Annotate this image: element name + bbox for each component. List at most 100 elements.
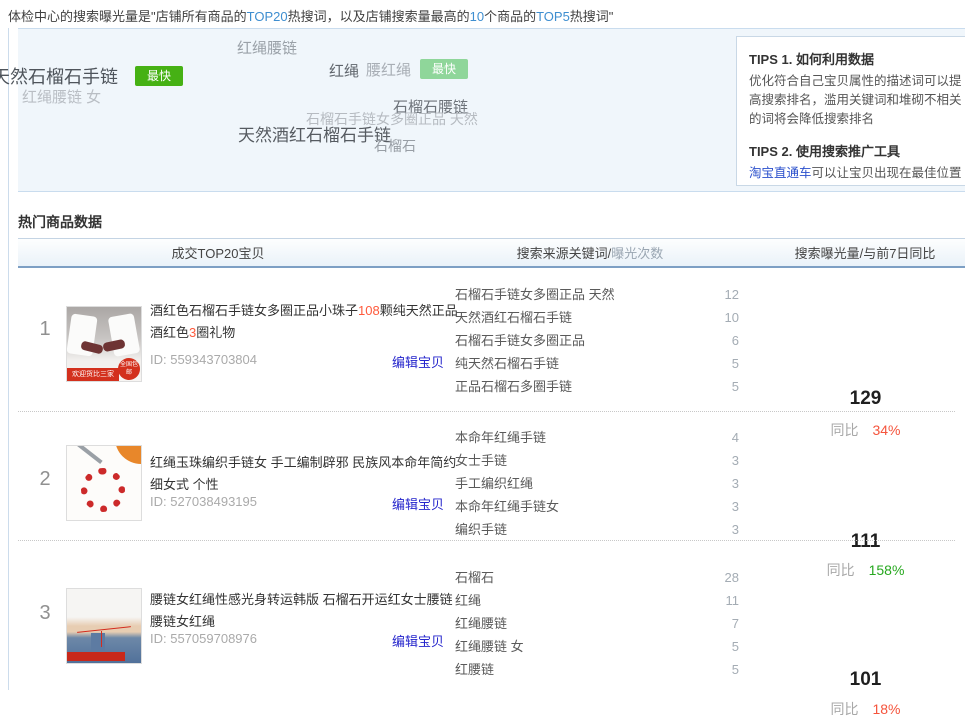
product-image[interactable] bbox=[66, 445, 142, 521]
image-badge-round: 全国包邮 bbox=[118, 358, 140, 380]
keyword-row: 手工编织红绳 3 bbox=[455, 472, 739, 495]
keyword-term: 天然酒红石榴石手链 bbox=[455, 310, 572, 325]
keyword-count: 12 bbox=[725, 283, 739, 306]
keyword-term: 石榴石手链女多圈正品 天然 bbox=[455, 287, 615, 302]
product-id: ID: 559343703804 bbox=[150, 352, 257, 367]
table-header: 成交TOP20宝贝 搜索来源关键词/曝光次数 搜索曝光量/与前7日同比 bbox=[18, 238, 965, 268]
product-meta: ID: 559343703804 编辑宝贝 bbox=[150, 352, 458, 367]
product-meta: ID: 527038493195 编辑宝贝 bbox=[150, 494, 458, 509]
col-header-keywords: 搜索来源关键词/曝光次数 bbox=[460, 239, 720, 269]
tips2-rest: 可以让宝贝出现在最佳位置 bbox=[812, 166, 962, 180]
keyword-term: 红绳腰链 女 bbox=[455, 639, 524, 654]
keyword-term: 手工编织红绳 bbox=[455, 476, 533, 491]
keyword-term: 红绳 bbox=[455, 593, 481, 608]
intro-text: 体检中心的搜索曝光量是"店铺所有商品的TOP20热搜词，以及店铺搜索量最高的10… bbox=[8, 6, 613, 25]
cloud-word[interactable]: 红绳腰链 女 bbox=[22, 86, 101, 107]
product-meta: ID: 557059708976 编辑宝贝 bbox=[150, 631, 458, 646]
product-id: ID: 557059708976 bbox=[150, 631, 257, 646]
keyword-list: 本命年红绳手链4 女士手链3 手工编织红绳3 本命年红绳手链女3 编织手链3 bbox=[455, 426, 739, 541]
intro-part2: 热搜词，以及店铺搜索量最高的 bbox=[288, 9, 470, 24]
keyword-term: 编织手链 bbox=[455, 522, 507, 537]
bracelet-art bbox=[81, 468, 125, 512]
keyword-row: 石榴石手链女多圈正品 6 bbox=[455, 329, 739, 352]
keyword-count: 5 bbox=[732, 352, 739, 375]
keyword-count: 7 bbox=[732, 612, 739, 635]
left-border-rail bbox=[8, 28, 9, 690]
title-text: 酒红色石榴石手链女多圈正品小珠子 bbox=[150, 303, 358, 318]
intro-part3: 个商品的 bbox=[484, 9, 536, 24]
keyword-row: 红绳 11 bbox=[455, 589, 739, 612]
title-text: 红绳玉珠编织手链女 手工编制辟邪 民族风本命年简约细女式 个性 bbox=[150, 455, 456, 492]
col-header-keywords-main: 搜索来源关键词/ bbox=[517, 246, 612, 261]
keyword-count: 4 bbox=[732, 426, 739, 449]
keyword-term: 本命年红绳手链 bbox=[455, 430, 546, 445]
product-art bbox=[115, 445, 142, 464]
keyword-count: 3 bbox=[732, 518, 739, 541]
product-image[interactable] bbox=[66, 588, 142, 664]
tips1-body: 优化符合自己宝贝属性的描述词可以提高搜索排名，滥用关键词和堆砌不相关的词将会降低… bbox=[749, 72, 962, 129]
keyword-row: 红绳腰链 女 5 bbox=[455, 635, 739, 658]
image-badge-strip bbox=[67, 652, 125, 661]
keyword-row: 石榴石手链女多圈正品 天然 12 bbox=[455, 283, 739, 306]
col-header-keywords-sub: 曝光次数 bbox=[611, 246, 663, 261]
cloud-word[interactable]: 红绳 bbox=[329, 60, 359, 81]
exposure-value: 101 bbox=[763, 669, 965, 691]
keyword-count: 5 bbox=[732, 375, 739, 398]
tips-box: TIPS 1. 如何利用数据 优化符合自己宝贝属性的描述词可以提高搜索排名，滥用… bbox=[736, 36, 965, 186]
keyword-term: 本命年红绳手链女 bbox=[455, 499, 559, 514]
keyword-count: 3 bbox=[732, 495, 739, 518]
cloud-word[interactable]: 天然酒红石榴石手链 bbox=[238, 121, 391, 146]
keyword-list: 石榴石手链女多圈正品 天然12 天然酒红石榴石手链10 石榴石手链女多圈正品6 … bbox=[455, 283, 739, 398]
table-row: 2 红绳玉珠编织手链女 手工编制辟邪 民族风本命年简约细女式 个性 ID: 52… bbox=[18, 412, 965, 541]
edit-item-link[interactable]: 编辑宝贝 bbox=[392, 352, 444, 371]
keyword-row: 纯天然石榴石手链 5 bbox=[455, 352, 739, 375]
cloud-word[interactable]: 红绳腰链 bbox=[237, 37, 297, 58]
keyword-row: 石榴石28 bbox=[455, 566, 739, 589]
product-art bbox=[73, 445, 102, 464]
edit-item-link[interactable]: 编辑宝贝 bbox=[392, 631, 444, 650]
table-row: 3 腰链女红绳性感光身转运韩版 石榴石开运红女士腰链 腰链女红绳 ID: 557… bbox=[18, 541, 965, 690]
edit-item-link[interactable]: 编辑宝贝 bbox=[392, 494, 444, 513]
intro-top20-highlight: TOP20 bbox=[247, 9, 288, 24]
keyword-count: 5 bbox=[732, 635, 739, 658]
col-header-products: 成交TOP20宝贝 bbox=[103, 239, 333, 269]
keyword-row: 红绳腰链 7 bbox=[455, 612, 739, 635]
image-badge-strip: 欢迎货比三家 bbox=[67, 368, 119, 381]
title-text: 圈礼物 bbox=[196, 325, 235, 340]
keyword-count: 3 bbox=[732, 449, 739, 472]
fastest-badge: 最快 bbox=[420, 59, 468, 79]
rank-number: 3 bbox=[28, 602, 62, 625]
keyword-count: 6 bbox=[732, 329, 739, 352]
intro-top5-highlight: TOP5 bbox=[536, 9, 570, 24]
yoy-label: 同比 bbox=[830, 701, 858, 717]
keyword-count: 10 bbox=[725, 306, 739, 329]
keyword-row: 正品石榴石多圈手链 5 bbox=[455, 375, 739, 398]
keyword-term: 纯天然石榴石手链 bbox=[455, 356, 559, 371]
ztc-link[interactable]: 淘宝直通车 bbox=[749, 166, 812, 180]
product-title[interactable]: 腰链女红绳性感光身转运韩版 石榴石开运红女士腰链 腰链女红绳 bbox=[150, 589, 458, 633]
product-title[interactable]: 红绳玉珠编织手链女 手工编制辟邪 民族风本命年简约细女式 个性 bbox=[150, 452, 458, 496]
product-art bbox=[91, 633, 105, 651]
product-title[interactable]: 酒红色石榴石手链女多圈正品小珠子108颗纯天然正品酒红色3圈礼物 bbox=[150, 300, 458, 344]
product-id: ID: 527038493195 bbox=[150, 494, 257, 509]
waist-string-art bbox=[77, 626, 131, 633]
keyword-term: 石榴石手链女多圈正品 bbox=[455, 333, 585, 348]
intro-ten-highlight: 10 bbox=[470, 9, 484, 24]
keyword-row: 编织手链 3 bbox=[455, 518, 739, 541]
cloud-word[interactable]: 腰红绳 bbox=[366, 59, 411, 80]
product-image[interactable]: 欢迎货比三家 全国包邮 bbox=[66, 306, 142, 382]
keyword-term: 正品石榴石多圈手链 bbox=[455, 379, 572, 394]
keyword-term: 红腰链 bbox=[455, 662, 494, 677]
keyword-term: 石榴石 bbox=[455, 570, 494, 585]
keyword-count: 3 bbox=[732, 472, 739, 495]
keyword-count: 11 bbox=[726, 589, 740, 612]
cloud-word[interactable]: 石榴石 bbox=[374, 136, 416, 156]
section-title: 热门商品数据 bbox=[18, 212, 102, 232]
yoy-line: 同比18% bbox=[763, 699, 965, 719]
keyword-term: 红绳腰链 bbox=[455, 616, 507, 631]
rank-number: 1 bbox=[28, 318, 62, 341]
keyword-row: 红腰链5 bbox=[455, 658, 739, 681]
tips2-title: TIPS 2. 使用搜索推广工具 bbox=[749, 141, 962, 160]
keyword-row: 天然酒红石榴石手链 10 bbox=[455, 306, 739, 329]
keyword-row: 本命年红绳手链女 3 bbox=[455, 495, 739, 518]
